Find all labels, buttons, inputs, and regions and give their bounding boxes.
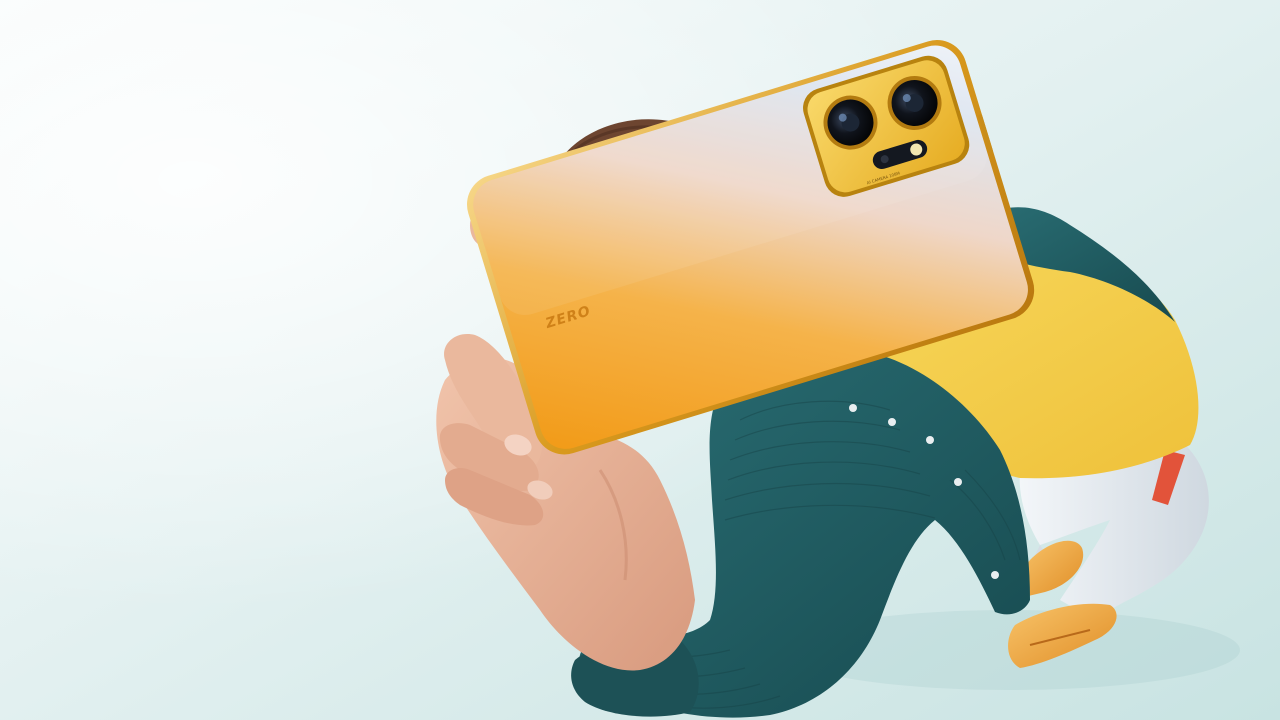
scene-illustration: ZERO AI CAMERA 108M xyxy=(0,0,1280,720)
photo-scene: ZERO AI CAMERA 108M xyxy=(0,0,1280,720)
